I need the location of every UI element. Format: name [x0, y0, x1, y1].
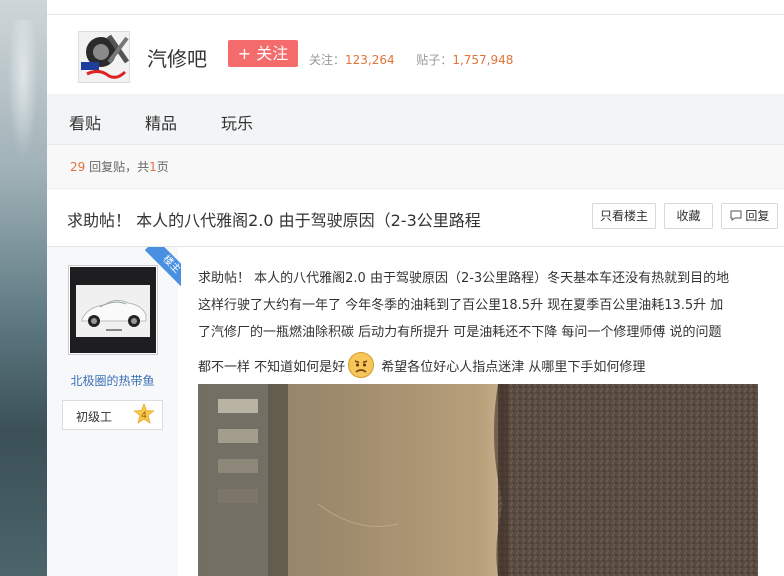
- pager-summary: 29 回复贴，共1页: [70, 158, 169, 175]
- favorite-button[interactable]: 收藏: [664, 203, 713, 229]
- post-image[interactable]: [198, 384, 758, 576]
- tab-featured[interactable]: 精品: [145, 110, 177, 134]
- forum-name[interactable]: 汽修吧: [147, 43, 207, 72]
- follow-count: 123,264: [345, 53, 395, 67]
- op-badge: 楼主: [139, 247, 181, 289]
- reply-button[interactable]: 回复: [721, 203, 778, 229]
- post-line-part: 都不一样 不知道如何是好: [198, 360, 346, 375]
- level-star-icon: 4: [133, 402, 155, 425]
- posts-count-label: 贴子：: [416, 53, 453, 67]
- post-line-part: 希望各位好心人指点迷津 从哪里下手如何修理: [377, 360, 646, 375]
- follow-button[interactable]: + 关注: [228, 40, 298, 67]
- forum-header: 汽修吧 + 关注 关注：123,264 贴子：1,757,948: [47, 14, 784, 95]
- post-line: 求助帖！ 本人的八代雅阁2.0 由于驾驶原因（2-3公里路程）冬天基本车还没有热…: [198, 271, 730, 286]
- post-line: 都不一样 不知道如何是好 希望各位好心人指点迷津 从哪里下手如何修理: [198, 351, 778, 381]
- post-line: 了汽修厂的一瓶燃油除积碳 后动力有所提升 可是油耗还不下降 每问一个修理师傅 说…: [198, 325, 722, 340]
- forum-tabs: 看贴 精品 玩乐: [47, 94, 784, 145]
- tab-fun[interactable]: 玩乐: [221, 110, 253, 134]
- post-content: 求助帖！ 本人的八代雅阁2.0 由于驾驶原因（2-3公里路程）冬天基本车还没有热…: [198, 265, 778, 381]
- page-background: [0, 0, 47, 576]
- level-badge[interactable]: 初级工 4: [62, 400, 163, 430]
- tab-posts[interactable]: 看贴: [69, 110, 101, 134]
- author-column: 楼主 北极圈的热带鱼 初级工 4: [47, 247, 181, 576]
- thread-title: 求助帖！ 本人的八代雅阁2.0 由于驾驶原因（2-3公里路程: [67, 211, 481, 230]
- reply-suffix: 回复贴，共: [89, 160, 150, 174]
- thread-title-bar: 求助帖！ 本人的八代雅阁2.0 由于驾驶原因（2-3公里路程 只看楼主 收藏 回…: [47, 189, 784, 247]
- posts-count: 1,757,948: [452, 53, 514, 67]
- pager-bar: 29 回复贴，共1页: [47, 145, 784, 189]
- forum-logo-image: [79, 32, 129, 82]
- forum-stats: 关注：123,264 贴子：1,757,948: [309, 51, 513, 68]
- reply-count: 29: [70, 160, 86, 174]
- author-name[interactable]: 北极圈的热带鱼: [47, 372, 178, 389]
- post-line: 这样行驶了大约有一年了 今年冬季的油耗到了百公里18.5升 现在夏季百公里油耗1…: [198, 298, 724, 313]
- forum-logo[interactable]: [78, 31, 130, 83]
- page-count: 1: [149, 160, 157, 174]
- worried-face-icon: [347, 351, 375, 379]
- reply-button-label: 回复: [745, 209, 770, 223]
- follow-count-label: 关注：: [309, 53, 346, 67]
- page-suffix: 页: [156, 160, 169, 174]
- op-badge-label: 楼主: [144, 247, 181, 289]
- level-name: 初级工: [76, 410, 113, 424]
- reply-icon: [730, 210, 742, 221]
- forum-page: 汽修吧 + 关注 关注：123,264 贴子：1,757,948 看贴 精品 玩…: [47, 0, 784, 576]
- only-op-button[interactable]: 只看楼主: [592, 203, 656, 229]
- level-number: 4: [141, 411, 147, 421]
